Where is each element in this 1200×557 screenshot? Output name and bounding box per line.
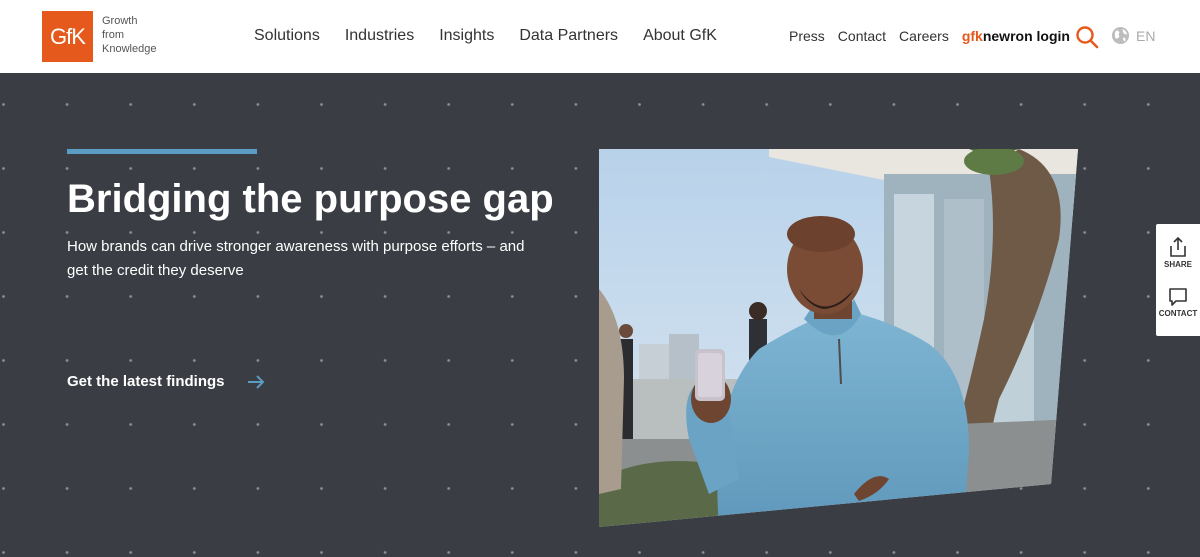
site-header: GfK Growth from Knowledge Solutions Indu…	[0, 0, 1200, 73]
tagline-line-2: from	[102, 29, 124, 41]
login-brand: gfk	[961, 28, 983, 44]
search-icon[interactable]	[1075, 25, 1099, 49]
tagline-line-3: Knowledge	[102, 43, 157, 55]
hero-section: Bridging the purpose gap How brands can …	[0, 73, 1200, 557]
tagline-line-1: Growth	[102, 15, 138, 27]
nav-press[interactable]: Press	[789, 28, 825, 44]
accent-line	[67, 149, 257, 154]
nav-industries[interactable]: Industries	[345, 27, 414, 45]
gfk-logo[interactable]: GfK Growth from Knowledge	[42, 11, 156, 62]
share-label: SHARE	[1163, 260, 1192, 269]
cta-label: Get the latest findings	[67, 373, 225, 390]
contact-label: CONTACT	[1158, 309, 1198, 318]
hero-subtitle: How brands can drive stronger awareness …	[67, 238, 525, 279]
hero-photo	[599, 149, 1078, 527]
nav-about-gfk[interactable]: About GfK	[643, 27, 717, 45]
get-latest-findings-link[interactable]: Get the latest findings	[67, 373, 265, 390]
side-actions-panel: SHARE CONTACT	[1156, 224, 1200, 336]
gfknewron-login-link[interactable]: gfknewron login	[962, 28, 1070, 44]
nav-insights[interactable]: Insights	[439, 27, 494, 45]
chat-bubble-icon	[1169, 288, 1187, 306]
login-rest: newron login	[982, 28, 1070, 44]
nav-careers[interactable]: Careers	[899, 28, 949, 44]
nav-solutions[interactable]: Solutions	[254, 27, 320, 45]
main-nav: Solutions Industries Insights Data Partn…	[254, 27, 717, 45]
share-icon	[1170, 236, 1186, 257]
logo-mark: GfK	[42, 11, 93, 62]
logo-tagline: Growth from Knowledge	[102, 14, 156, 56]
language-label: EN	[1136, 27, 1156, 44]
language-selector[interactable]: EN	[1111, 26, 1155, 45]
share-button[interactable]: SHARE	[1156, 236, 1200, 269]
nav-contact[interactable]: Contact	[838, 28, 886, 44]
utility-nav: Press Contact Careers gfknewron login	[789, 28, 1070, 44]
nav-data-partners[interactable]: Data Partners	[519, 27, 618, 45]
hero-title: Bridging the purpose gap	[67, 177, 554, 221]
arrow-right-icon	[247, 374, 264, 389]
globe-icon	[1111, 26, 1130, 45]
contact-button[interactable]: CONTACT	[1156, 287, 1200, 318]
